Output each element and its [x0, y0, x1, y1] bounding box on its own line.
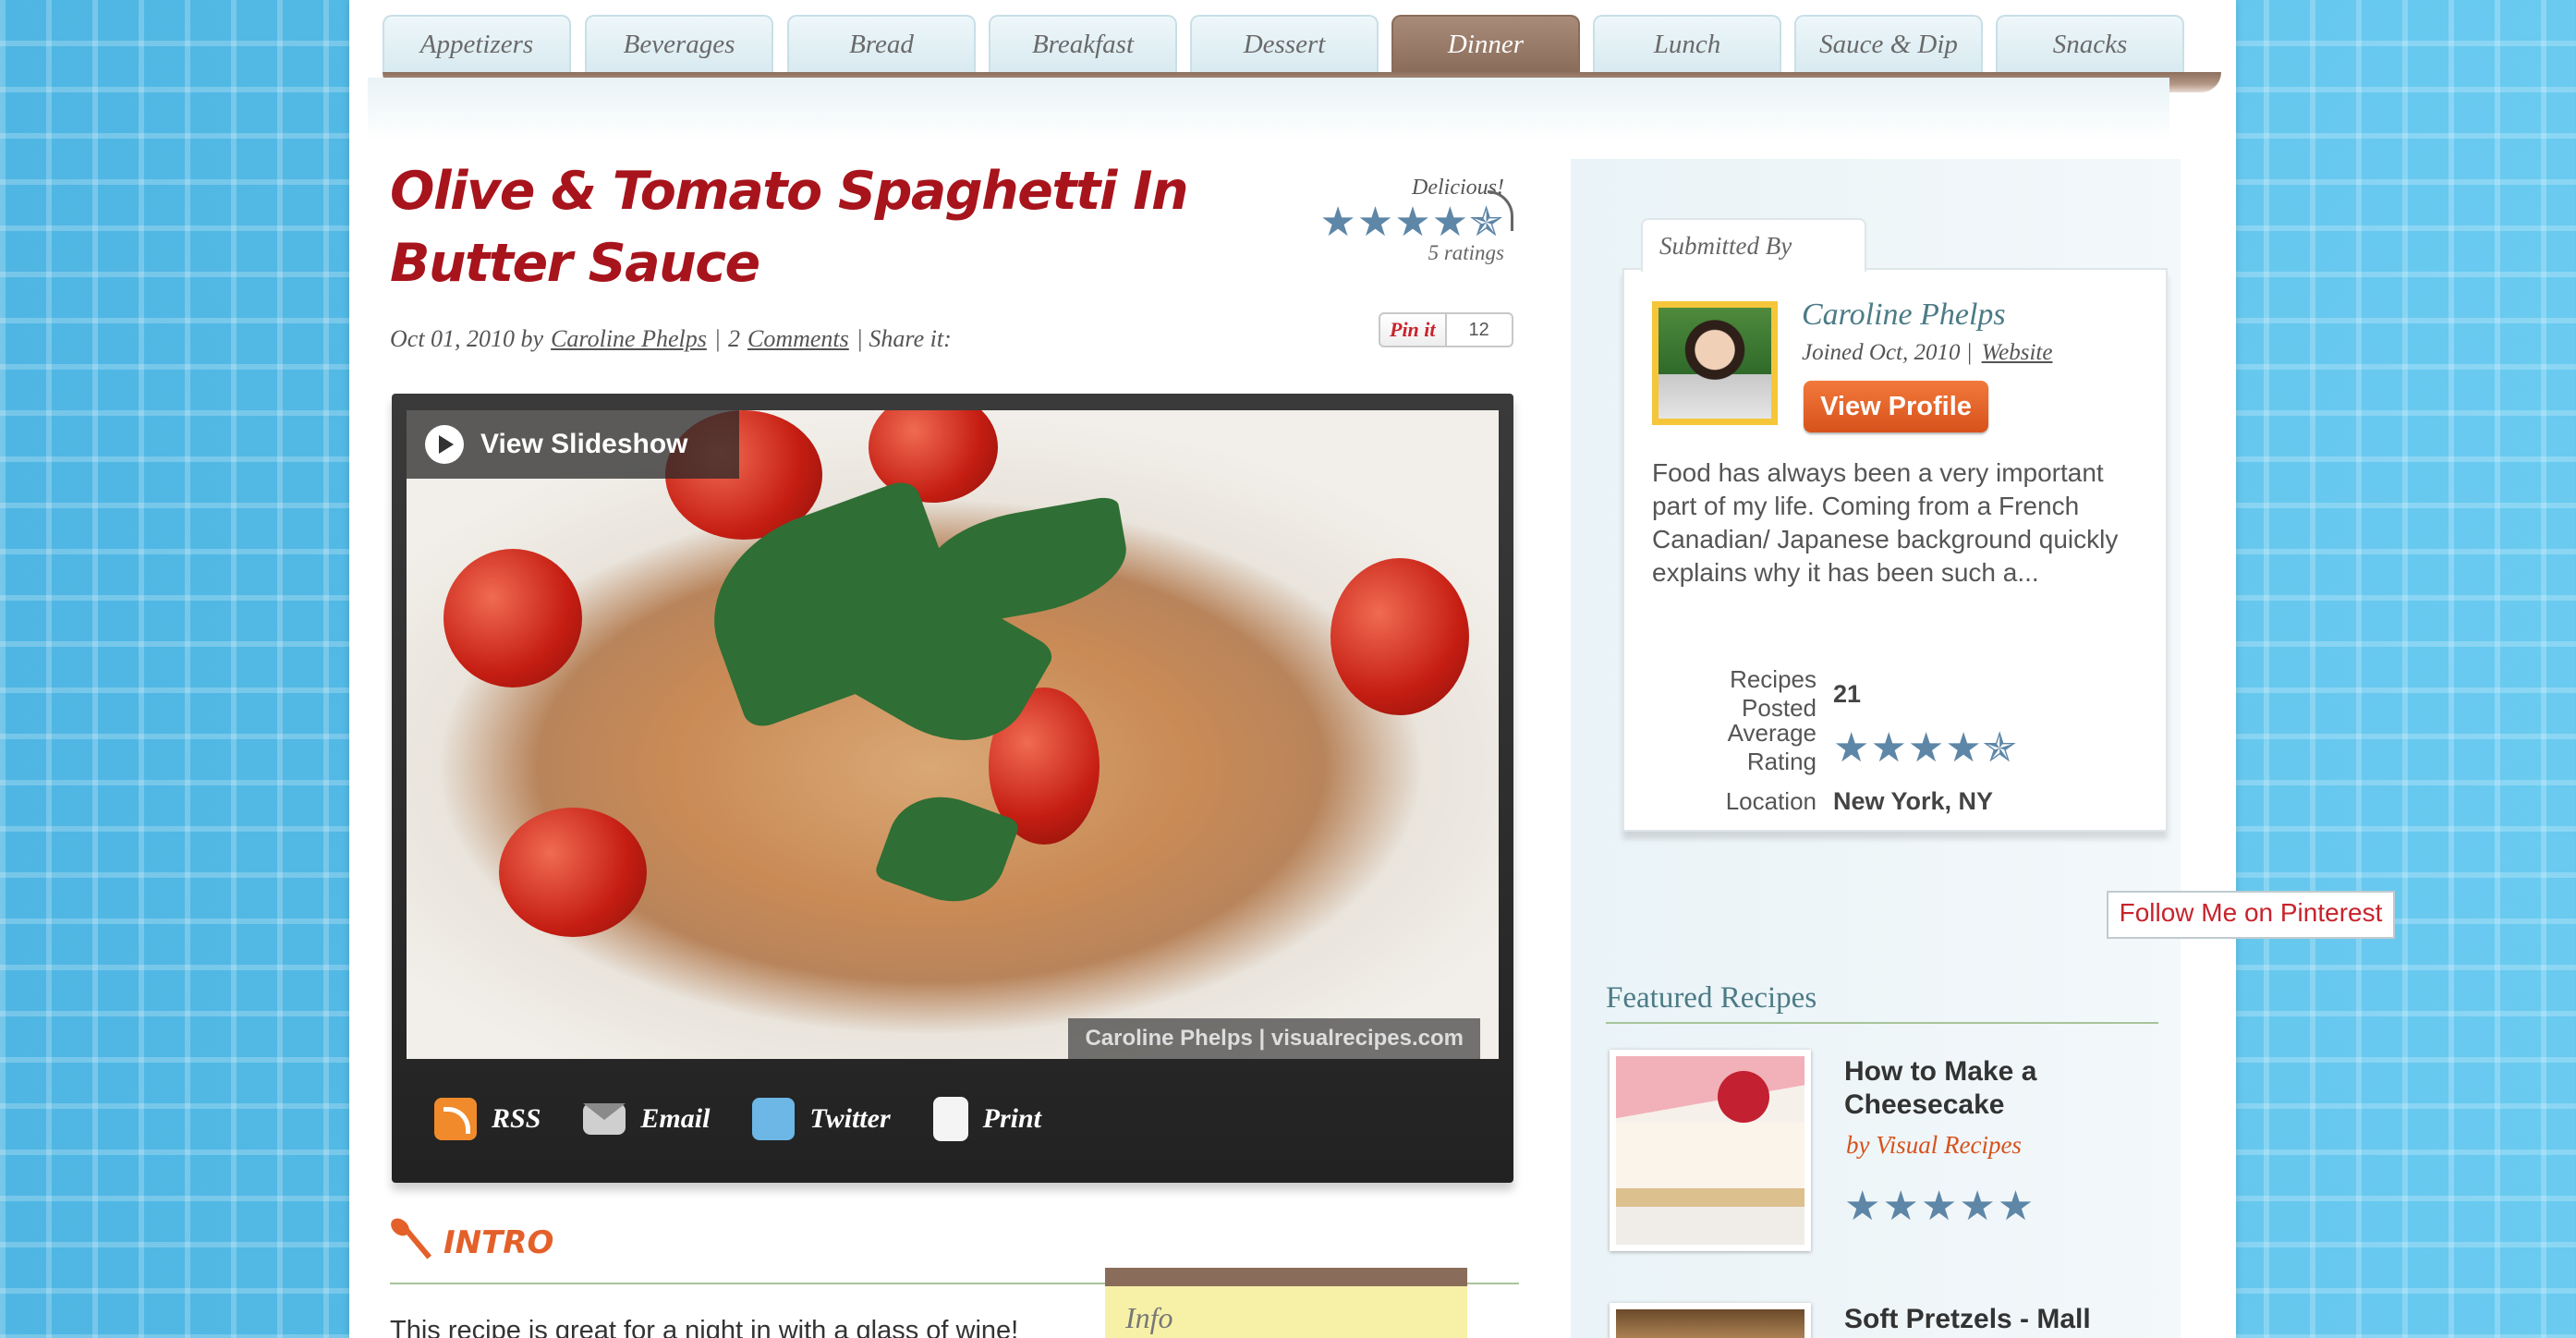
pin-it-button[interactable]: Pin it 12 [1379, 312, 1513, 347]
pin-count: 12 [1446, 312, 1513, 347]
view-profile-button[interactable]: View Profile [1804, 381, 1988, 432]
email-label: Email [640, 1103, 711, 1134]
photo-frame: View Slideshow Caroline Phelps | visualr… [392, 394, 1513, 1183]
featured-recipe-stars: ★★★★★ [1844, 1184, 2036, 1229]
tab-dessert[interactable]: Dessert [1190, 15, 1379, 72]
intro-label: INTRO [444, 1224, 554, 1261]
view-slideshow-button[interactable]: View Slideshow [407, 410, 739, 479]
recipe-photo[interactable]: View Slideshow Caroline Phelps | visualr… [407, 410, 1499, 1059]
featured-divider [1606, 1022, 2158, 1024]
tomato-shape [1331, 558, 1469, 715]
avatar[interactable] [1652, 301, 1778, 425]
post-date: Oct 01, 2010 by [390, 325, 544, 352]
spoon-icon [390, 1220, 431, 1266]
stat-recipes-value: 21 [1833, 679, 1862, 708]
recipe-rating[interactable]: Delicious! ★★★★✯ 5 ratings [1282, 176, 1504, 265]
stat-location-value: New York, NY [1833, 786, 1994, 815]
website-link[interactable]: Website [1982, 340, 2053, 366]
twitter-link[interactable]: Twitter [752, 1098, 891, 1140]
print-icon [932, 1097, 968, 1141]
featured-recipe-thumbnail[interactable] [1610, 1303, 1811, 1338]
tomato-shape [499, 808, 647, 937]
comments-count: 2 [728, 325, 740, 352]
author-bio: Food has always been a very important pa… [1652, 458, 2119, 587]
recipe-title: Olive & Tomato Spaghetti In Butter Sauce [390, 161, 1189, 294]
email-link[interactable]: Email [583, 1103, 710, 1135]
stat-location-label: Location [1725, 786, 1817, 815]
info-box: Info [1105, 1268, 1467, 1338]
tab-bread[interactable]: Bread [787, 15, 976, 72]
stat-rating-label: Average Rating [1727, 719, 1817, 775]
author-link[interactable]: Caroline Phelps [551, 325, 707, 353]
featured-recipe-title[interactable]: Soft Pretzels - Mall [1844, 1303, 2091, 1336]
tab-snacks[interactable]: Snacks [1996, 15, 2184, 72]
tab-appetizers[interactable]: Appetizers [383, 15, 571, 72]
author-stats: Recipes Posted 21 Average Rating ★★★★✯ L… [1652, 665, 2151, 828]
rss-label: RSS [492, 1103, 541, 1134]
tab-shadow [368, 78, 2169, 142]
tomato-shape [444, 549, 582, 687]
intro-text: This recipe is great for a night in with… [390, 1316, 1019, 1338]
info-label: Info [1125, 1301, 1173, 1334]
share-label: | Share it: [856, 325, 952, 352]
print-label: Print [982, 1103, 1041, 1134]
pin-it-label[interactable]: Pin it [1379, 312, 1447, 347]
featured-recipe-author[interactable]: by Visual Recipes [1846, 1131, 2022, 1160]
basil-shape [917, 494, 1135, 631]
twitter-icon [752, 1098, 796, 1140]
recipe-meta: Oct 01, 2010 by Caroline Phelps | 2 Comm… [390, 325, 952, 353]
photo-watermark: Caroline Phelps | visualrecipes.com [1068, 1018, 1480, 1059]
stat-recipes-label: Recipes Posted [1730, 665, 1817, 722]
rating-caption: Delicious! [1412, 176, 1504, 200]
rating-stars[interactable]: ★★★★✯ [1282, 201, 1504, 245]
follow-pinterest-button[interactable]: Follow Me on Pinterest [2107, 891, 2395, 939]
print-link[interactable]: Print [932, 1097, 1041, 1141]
separator: | [713, 325, 721, 352]
featured-recipe-title[interactable]: How to Make a Cheesecake [1844, 1055, 2084, 1122]
featured-recipe-thumbnail[interactable] [1610, 1050, 1811, 1251]
twitter-label: Twitter [809, 1103, 891, 1134]
tab-sauce-dip[interactable]: Sauce & Dip [1794, 15, 1983, 72]
stat-recipes: Recipes Posted 21 [1652, 665, 2151, 722]
page: Appetizers Beverages Bread Breakfast Des… [349, 0, 2395, 1338]
tab-beverages[interactable]: Beverages [585, 15, 773, 72]
featured-recipes-title: Featured Recipes [1606, 981, 1817, 1015]
stat-rating: Average Rating ★★★★✯ [1652, 719, 2151, 775]
rss-link[interactable]: RSS [434, 1098, 541, 1140]
comments-link[interactable]: Comments [747, 325, 849, 353]
author-joined: Joined Oct, 2010 | Website [1802, 340, 2052, 366]
play-icon [425, 425, 464, 464]
tab-lunch[interactable]: Lunch [1593, 15, 1781, 72]
curved-arrow-icon [1488, 190, 1513, 231]
share-bar: RSS Email Twitter Print [392, 1068, 1513, 1170]
author-name[interactable]: Caroline Phelps [1802, 298, 2006, 333]
email-icon [583, 1103, 626, 1135]
tab-breakfast[interactable]: Breakfast [989, 15, 1177, 72]
intro-heading: INTRO [390, 1220, 553, 1266]
stat-location: Location New York, NY [1652, 774, 2151, 828]
joined-date: Joined Oct, 2010 | [1802, 340, 1973, 365]
tab-dinner[interactable]: Dinner [1391, 15, 1580, 72]
submitted-by-tab: Submitted By [1641, 218, 1866, 272]
rss-icon [434, 1098, 477, 1140]
slideshow-label: View Slideshow [480, 429, 688, 459]
stat-rating-stars: ★★★★✯ [1833, 724, 2018, 771]
